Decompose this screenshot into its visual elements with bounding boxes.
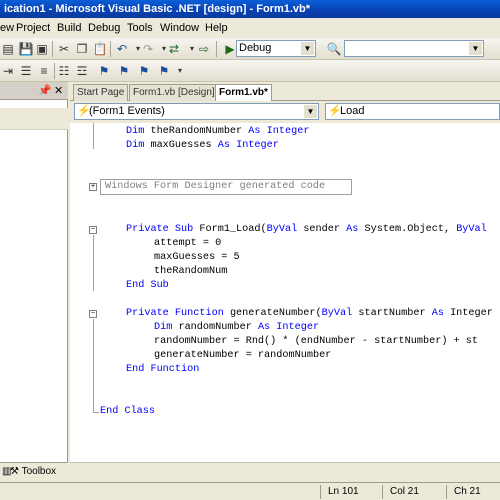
pin-icon[interactable]: 📌 bbox=[38, 84, 52, 97]
title-bar: ication1 - Microsoft Visual Basic .NET [… bbox=[0, 0, 500, 18]
toolbar-options-icon[interactable]: ▾ bbox=[172, 63, 188, 79]
chevron-down-icon: ▼ bbox=[304, 105, 317, 118]
clear-bookmarks-icon[interactable]: ⚑ bbox=[156, 63, 172, 79]
panel-toolbar bbox=[0, 108, 68, 130]
code-line[interactable]: randomNumber = Rnd() * (endNumber - star… bbox=[154, 335, 478, 349]
code-line[interactable]: Dim theRandomNumber As Integer bbox=[126, 125, 309, 139]
cut-icon[interactable]: ✂ bbox=[56, 41, 72, 57]
object-browser-icon[interactable]: ≡ bbox=[36, 63, 52, 79]
menu-item-debug[interactable]: Debug bbox=[88, 22, 120, 34]
menu-item-ew[interactable]: ew bbox=[0, 22, 14, 34]
code-line[interactable]: maxGuesses = 5 bbox=[154, 251, 240, 265]
copy-icon[interactable]: ❐ bbox=[74, 41, 90, 57]
code-editor[interactable]: + − − Windows Form Designer generated co… bbox=[70, 123, 500, 462]
close-icon[interactable]: ✕ bbox=[54, 84, 63, 97]
menu-item-tools[interactable]: Tools bbox=[127, 22, 153, 34]
code-navigation-bar: ⚡ (Form1 Events) ▼ ⚡ Load bbox=[70, 101, 500, 123]
toolbox-tab-strip: ▥ ⚒ Toolbox bbox=[0, 462, 68, 482]
next-bookmark-icon[interactable]: ⚑ bbox=[116, 63, 132, 79]
code-line[interactable]: End Sub bbox=[126, 279, 169, 293]
tab-start-page[interactable]: Start Page bbox=[73, 84, 129, 101]
save-icon[interactable]: 💾 bbox=[18, 41, 34, 57]
code-line[interactable]: Private Sub Form1_Load(ByVal sender As S… bbox=[126, 223, 487, 237]
indent-icon[interactable]: ⇥ bbox=[0, 63, 16, 79]
collapse-icon[interactable]: − bbox=[89, 310, 97, 318]
horizontal-scrollbar[interactable] bbox=[70, 462, 500, 480]
menu-item-build[interactable]: Build bbox=[57, 22, 81, 34]
find-icon[interactable]: 🔍 bbox=[326, 41, 342, 57]
code-line[interactable]: End Function bbox=[126, 363, 199, 377]
prev-bookmark-icon[interactable]: ⚑ bbox=[136, 63, 152, 79]
status-column: Col 21 bbox=[390, 486, 419, 497]
panel-header: 📌 ✕ bbox=[0, 82, 68, 100]
class-name-combo[interactable]: ⚡ (Form1 Events) ▼ bbox=[74, 103, 319, 120]
status-line: Ln 101 bbox=[328, 486, 359, 497]
tab-form1-code[interactable]: Form1.vb* bbox=[215, 84, 272, 102]
code-line[interactable]: Private Function generateNumber(ByVal st… bbox=[126, 307, 493, 321]
code-line[interactable]: End Class bbox=[100, 405, 155, 419]
collapsed-region[interactable]: Windows Form Designer generated code bbox=[100, 179, 352, 195]
toggle-bookmark-icon[interactable]: ⚑ bbox=[96, 63, 112, 79]
outdent-icon[interactable]: ☰ bbox=[18, 63, 34, 79]
window-title: ication1 - Microsoft Visual Basic .NET [… bbox=[4, 3, 311, 15]
code-text[interactable]: + − − Windows Form Designer generated co… bbox=[70, 123, 500, 462]
code-line[interactable]: theRandomNum bbox=[154, 265, 227, 279]
uncomment-icon[interactable]: ☲ bbox=[74, 63, 90, 79]
status-character: Ch 21 bbox=[454, 486, 481, 497]
solution-config-combo[interactable]: Debug ▼ bbox=[236, 40, 316, 57]
navigate-forward-icon[interactable]: ⇨ bbox=[196, 41, 212, 57]
chevron-down-icon: ▼ bbox=[301, 42, 314, 55]
paste-icon[interactable]: 📋 bbox=[92, 41, 108, 57]
save-all-icon[interactable]: ▣ bbox=[34, 41, 50, 57]
navigate-icon[interactable]: ⇄ bbox=[166, 41, 182, 57]
status-bar: Ln 101 Col 21 Ch 21 bbox=[0, 482, 500, 500]
code-line[interactable]: Dim randomNumber As Integer bbox=[154, 321, 319, 335]
standard-toolbar: ▤ 💾 ▣ ✂ ❐ 📋 ↶ ▾ ↷ ▾ ⇄ ▾ ⇨ ▶ Debug ▼ 🔍 ▼ bbox=[0, 38, 500, 60]
menu-item-help[interactable]: Help bbox=[205, 22, 228, 34]
menu-item-project[interactable]: Project bbox=[16, 22, 50, 34]
menu-item-window[interactable]: Window bbox=[160, 22, 199, 34]
toolbox-icon: ⚒ bbox=[10, 466, 19, 477]
tab-form1-design[interactable]: Form1.vb [Design]* bbox=[129, 84, 223, 101]
method-name-combo[interactable]: ⚡ Load bbox=[325, 103, 500, 120]
code-line[interactable]: attempt = 0 bbox=[154, 237, 221, 251]
expand-region-icon[interactable]: + bbox=[89, 183, 97, 191]
solution-explorer-panel: 📌 ✕ bbox=[0, 82, 68, 462]
menu-bar: ew Project Build Debug Tools Window Help bbox=[0, 20, 500, 38]
text-editor-toolbar: ⇥ ☰ ≡ ☷ ☲ ⚑ ⚑ ⚑ ⚑ ▾ bbox=[0, 60, 500, 82]
find-combo[interactable]: ▼ bbox=[344, 40, 484, 57]
toolbox-tab[interactable]: ⚒ Toolbox bbox=[10, 466, 56, 477]
collapse-icon[interactable]: − bbox=[89, 226, 97, 234]
code-line[interactable]: Dim maxGuesses As Integer bbox=[126, 139, 279, 153]
chevron-down-icon: ▼ bbox=[469, 42, 482, 55]
redo-icon[interactable]: ↷ bbox=[140, 41, 156, 57]
code-line[interactable]: generateNumber = randomNumber bbox=[154, 349, 331, 363]
undo-icon[interactable]: ↶ bbox=[114, 41, 130, 57]
document-tabs: Start Page Form1.vb [Design]* Form1.vb* bbox=[70, 82, 500, 102]
comment-icon[interactable]: ☷ bbox=[56, 63, 72, 79]
new-project-icon[interactable]: ▤ bbox=[0, 41, 16, 57]
